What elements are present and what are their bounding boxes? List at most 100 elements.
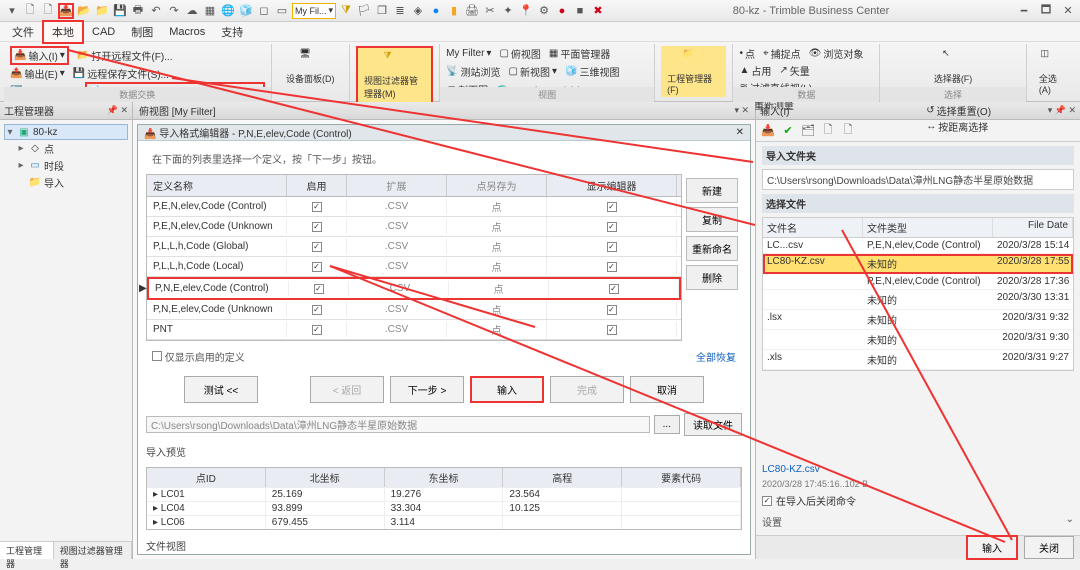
- left-tab-proj[interactable]: 工程管理器: [0, 542, 54, 559]
- file-row[interactable]: 未知的 2020/3/31 9:30: [763, 330, 1073, 350]
- rb-station[interactable]: 📡 测站浏览: [446, 64, 500, 79]
- close-window-icon[interactable]: ✕: [1060, 3, 1076, 19]
- tree-root[interactable]: ▾ ▣ 80-kz: [4, 124, 128, 140]
- expand-icon[interactable]: ▸: [16, 160, 26, 171]
- tree-segment[interactable]: ▸ ▭ 时段: [4, 157, 128, 174]
- col-name[interactable]: 定义名称: [147, 175, 287, 196]
- rb-pt[interactable]: • 点: [739, 46, 755, 61]
- menu-cad[interactable]: CAD: [84, 24, 123, 40]
- pv-col-n[interactable]: 北坐标: [266, 468, 385, 487]
- qat-globe-icon[interactable]: 🌐: [220, 3, 236, 19]
- fl-col-type[interactable]: 文件类型: [863, 218, 993, 237]
- preview-row[interactable]: ▸ LC06679.4553.114: [147, 515, 741, 529]
- qat-stack-icon[interactable]: ≣: [392, 3, 408, 19]
- qat-open2-icon[interactable]: 📁: [94, 3, 110, 19]
- file-row[interactable]: LC80-KZ.csv 未知的 2020/3/28 17:55: [763, 254, 1073, 274]
- rb-device-panel[interactable]: 🖥 设备面板(D): [280, 46, 341, 87]
- rp-import-icon[interactable]: 📥: [760, 123, 776, 139]
- def-row[interactable]: P,L,L,h,Code (Local) .CSV 点: [147, 257, 681, 277]
- qat-redo-icon[interactable]: ↷: [166, 3, 182, 19]
- qat-stop-icon[interactable]: ■: [572, 3, 588, 19]
- menu-local[interactable]: 本地: [42, 20, 84, 44]
- rb-newview[interactable]: ▢ 新视图 ▾: [509, 64, 557, 79]
- qat-flag-icon[interactable]: 🏳: [356, 3, 372, 19]
- qat-gear-icon[interactable]: ⚙: [536, 3, 552, 19]
- fl-col-name[interactable]: 文件名: [763, 218, 863, 237]
- qat-filter-dropdown[interactable]: My Fil...▾: [292, 3, 336, 19]
- file-row[interactable]: .lsx 未知的 2020/3/31 9:32: [763, 310, 1073, 330]
- fl-col-date[interactable]: File Date: [993, 218, 1073, 237]
- qat-menu-icon[interactable]: ▾: [4, 3, 20, 19]
- settings-label[interactable]: 设置 ⌄: [762, 512, 1074, 531]
- qat-save-icon[interactable]: 💾: [112, 3, 128, 19]
- rp-browse-icon[interactable]: 🗂: [800, 123, 816, 139]
- file-row[interactable]: P,E,N,elev,Code (Control) 2020/3/28 17:3…: [763, 274, 1073, 290]
- tree-import[interactable]: 📁 导入: [4, 174, 128, 191]
- preview-row[interactable]: ▸ LC0493.89933.30410.125: [147, 501, 741, 515]
- def-rename-button[interactable]: 重新命名: [686, 236, 738, 261]
- qat-print-icon[interactable]: 🖶: [130, 3, 146, 19]
- rp-doc1-icon[interactable]: 🗋: [820, 123, 836, 139]
- qat-pin-icon[interactable]: 📍: [518, 3, 534, 19]
- file-row[interactable]: 未知的 2020/3/30 13:31: [763, 290, 1073, 310]
- qat-new2-icon[interactable]: 🗋: [40, 3, 56, 19]
- def-row[interactable]: P,E,N,elev,Code (Control) .CSV 点: [147, 197, 681, 217]
- col-ed[interactable]: 显示编辑器: [547, 175, 677, 196]
- file-row[interactable]: .xls 未知的 2020/3/31 9:27: [763, 350, 1073, 370]
- wiz-test-button[interactable]: 测试 <<: [184, 376, 258, 403]
- qat-diamond-icon[interactable]: ◈: [410, 3, 426, 19]
- rb-select-all[interactable]: ◫ 全选(A): [1033, 46, 1070, 97]
- only-enabled-checkbox[interactable]: 仅显示启用的定义: [152, 349, 245, 364]
- pv-col-id[interactable]: 点ID: [147, 468, 266, 487]
- def-delete-button[interactable]: 删除: [686, 265, 738, 290]
- qat-box-icon[interactable]: ◻: [256, 3, 272, 19]
- def-new-button[interactable]: 新建: [686, 178, 738, 203]
- wiz-finish-button[interactable]: 完成: [550, 376, 624, 403]
- rb-eng-mgr[interactable]: 📁 工程管理器(F): [661, 46, 726, 97]
- qat-grid-icon[interactable]: ▦: [202, 3, 218, 19]
- left-tab-filter[interactable]: 视图过滤器管理器: [54, 542, 132, 559]
- right-pin-icon[interactable]: ▾ 📌 ✕: [1048, 105, 1076, 116]
- qat-record-icon[interactable]: ●: [554, 3, 570, 19]
- right-close-button[interactable]: 关闭: [1024, 536, 1074, 559]
- menu-draw[interactable]: 制图: [123, 22, 161, 42]
- rb-capture[interactable]: ⌖ 捕捉点: [763, 46, 801, 61]
- pv-col-c[interactable]: 要素代码: [622, 468, 741, 487]
- rp-check-icon[interactable]: ✔: [780, 123, 796, 139]
- qat-undo-icon[interactable]: ↶: [148, 3, 164, 19]
- collapse-icon[interactable]: ▾: [5, 127, 15, 138]
- center-pin-icon[interactable]: ▾ ✕: [734, 105, 749, 116]
- qat-printer-icon[interactable]: 🖨: [464, 3, 480, 19]
- preview-row[interactable]: ▸ LC0125.16919.27623.564: [147, 487, 741, 501]
- folder-path[interactable]: C:\Users\rsong\Downloads\Data\漳州LNG静态半星原…: [762, 169, 1074, 190]
- qat-cloud-icon[interactable]: ☁: [184, 3, 200, 19]
- pin-icon[interactable]: 📌 ✕: [107, 105, 128, 116]
- recalc-all-link[interactable]: 全部恢复: [696, 349, 736, 364]
- rb-seldist[interactable]: ↔ 按距离选择: [926, 119, 1020, 134]
- tree-points[interactable]: ▸ ◇ 点: [4, 140, 128, 157]
- rb-input[interactable]: 📥 输入(I) ▾: [10, 46, 69, 65]
- qat-import-icon[interactable]: 📥: [58, 3, 74, 19]
- file-row[interactable]: LC...csv P,E,N,elev,Code (Control) 2020/…: [763, 238, 1073, 254]
- right-input-button[interactable]: 输入: [966, 535, 1018, 560]
- def-row[interactable]: P,E,N,elev,Code (Unknown .CSV 点: [147, 217, 681, 237]
- menu-support[interactable]: 支持: [213, 22, 251, 42]
- rb-occupy[interactable]: ▲ 占用: [739, 63, 771, 78]
- menu-file[interactable]: 文件: [4, 22, 42, 42]
- path-input[interactable]: [146, 416, 650, 433]
- qat-layer-icon[interactable]: ❐: [374, 3, 390, 19]
- qat-tool-icon[interactable]: ✂: [482, 3, 498, 19]
- expand-icon[interactable]: ▸: [16, 143, 26, 154]
- minimize-icon[interactable]: 🗕: [1016, 3, 1032, 19]
- def-row[interactable]: ▶ P,N,E,elev,Code (Control) .CSV 点: [147, 277, 681, 300]
- rb-topview[interactable]: ▢ 俯视图: [499, 46, 540, 61]
- col-enable[interactable]: 启用: [287, 175, 347, 196]
- browse-button[interactable]: ...: [654, 415, 680, 434]
- close-after-checkbox[interactable]: 在导入后关闭命令: [762, 493, 1074, 508]
- rb-3dview[interactable]: 🧊 三维视图: [565, 64, 619, 79]
- wiz-clear-button[interactable]: 取消: [630, 376, 704, 403]
- rb-view-filter-mgr[interactable]: ⧩ 视图过滤器管理器(M): [356, 46, 433, 104]
- rb-selreset[interactable]: ↺ 选择重置(O): [926, 103, 1020, 118]
- qat-blue-circle-icon[interactable]: ●: [428, 3, 444, 19]
- def-row[interactable]: P,L,L,h,Code (Global) .CSV 点: [147, 237, 681, 257]
